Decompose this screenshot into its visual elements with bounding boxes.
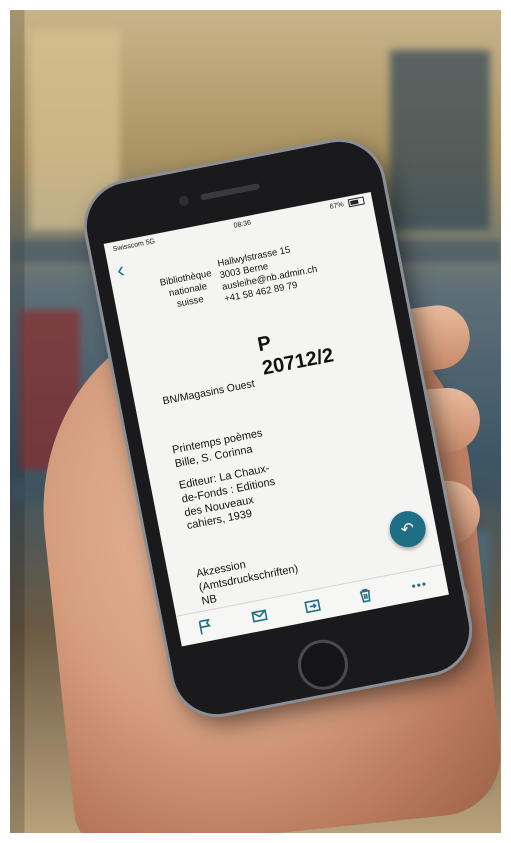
battery-icon — [347, 196, 365, 208]
clock: 08:36 — [233, 218, 252, 230]
network-type: 5G — [145, 237, 156, 247]
chevron-left-icon: ‹ — [114, 256, 127, 283]
flag-icon — [198, 618, 212, 635]
library-name: Bibliothèque nationale suisse — [155, 267, 221, 313]
reply-icon: ↶ — [399, 519, 416, 540]
carrier-name: Swisscom — [112, 239, 145, 253]
book-publisher: Editeur: La Chaux- de-Fonds : Editions d… — [178, 457, 306, 534]
delete-button[interactable] — [354, 584, 377, 607]
carrier-info: Swisscom 5G — [112, 238, 155, 253]
battery-status: 67% — [329, 196, 365, 211]
photo-scene: Swisscom 5G 08:36 67% ‹ Bibliothèque nat… — [10, 10, 501, 833]
library-address: Hallwylstrasse 15 3003 Berne ausleihe@nb… — [217, 230, 373, 305]
book-spine — [390, 50, 490, 230]
more-button[interactable]: ••• — [408, 573, 431, 596]
earpiece-speaker — [200, 183, 261, 201]
flag-button[interactable] — [194, 615, 217, 638]
mail-button[interactable] — [247, 604, 270, 627]
battery-percent: 67% — [329, 201, 345, 211]
front-camera — [178, 194, 190, 207]
trash-icon — [360, 588, 371, 603]
mail-icon — [250, 609, 268, 623]
back-button[interactable]: ‹ — [114, 256, 127, 283]
shelfmark-location: BN/Magasins Ouest — [161, 377, 256, 408]
move-button[interactable] — [301, 594, 324, 617]
shelfmark-prefix: P — [255, 331, 274, 357]
move-to-folder-icon — [304, 599, 321, 614]
home-button[interactable] — [293, 635, 353, 695]
phone-screen: Swisscom 5G 08:36 67% ‹ Bibliothèque nat… — [103, 191, 449, 647]
more-icon: ••• — [410, 576, 429, 594]
reply-button[interactable]: ↶ — [386, 508, 429, 551]
